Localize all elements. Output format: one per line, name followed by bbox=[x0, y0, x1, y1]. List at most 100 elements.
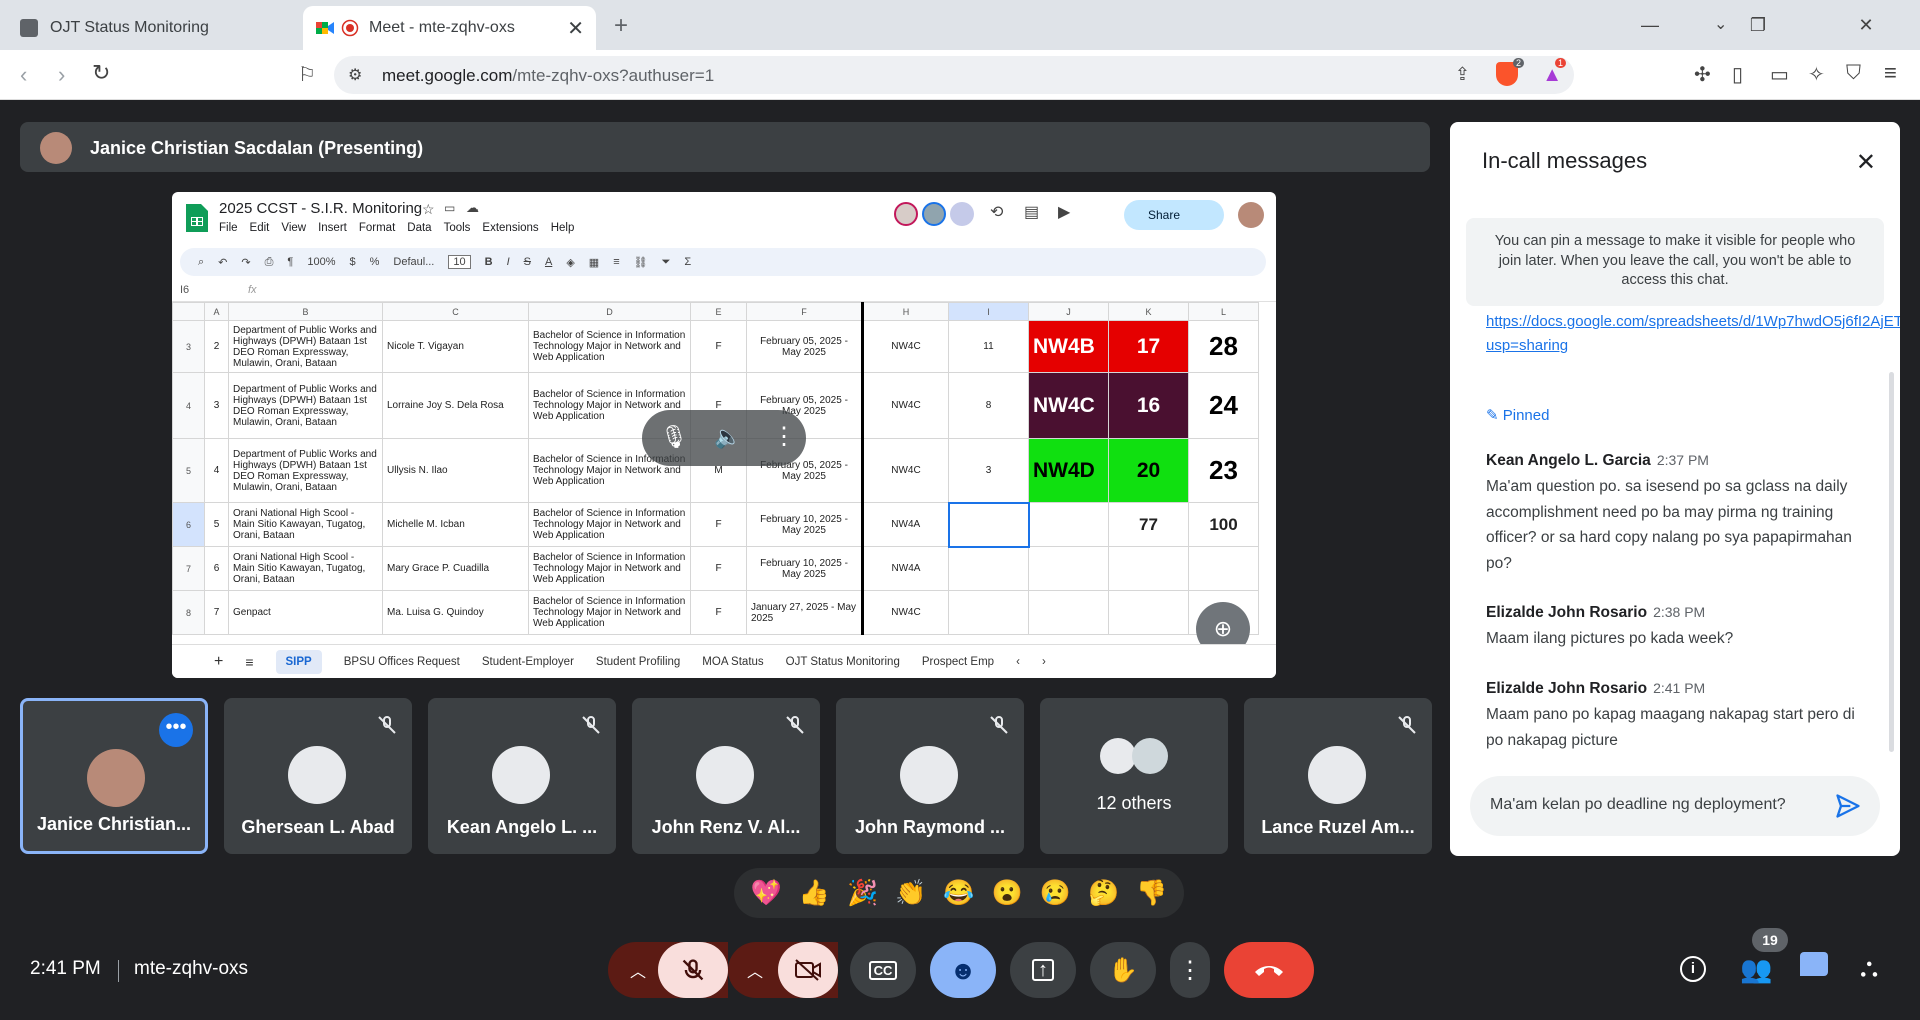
sheet-title[interactable]: 2025 CCST - S.I.R. Monitoring bbox=[219, 200, 422, 217]
sheet-tab-sipp[interactable]: SIPP bbox=[275, 649, 322, 674]
cell[interactable]: Mary Grace P. Cuadilla bbox=[382, 546, 529, 591]
cell[interactable]: 8 bbox=[948, 372, 1029, 439]
cell[interactable]: NW4B bbox=[1028, 320, 1109, 373]
tab-ojt-status[interactable]: OJT Status Monitoring bbox=[12, 6, 302, 50]
others-tile[interactable]: 12 others bbox=[1040, 698, 1228, 854]
cell[interactable] bbox=[1028, 546, 1109, 591]
column-header[interactable]: I bbox=[948, 302, 1029, 321]
currency-icon[interactable]: $ bbox=[349, 256, 355, 268]
cell[interactable]: Ma. Luisa G. Quindoy bbox=[382, 590, 529, 635]
cell[interactable]: NW4C bbox=[861, 590, 949, 635]
chat-icon[interactable] bbox=[1800, 952, 1828, 976]
borders-icon[interactable]: ▦ bbox=[589, 256, 599, 269]
cell[interactable]: 6 bbox=[204, 546, 229, 591]
menu-tools[interactable]: Tools bbox=[444, 222, 471, 234]
menu-extensions[interactable]: Extensions bbox=[482, 222, 538, 234]
link-icon[interactable]: ⛓ bbox=[634, 256, 648, 269]
menu-help[interactable]: Help bbox=[551, 222, 575, 234]
avatar[interactable] bbox=[922, 202, 946, 226]
cell[interactable]: 3 bbox=[948, 438, 1029, 503]
cell[interactable]: 20 bbox=[1108, 438, 1189, 503]
column-header[interactable]: J bbox=[1028, 302, 1109, 321]
profile-avatar[interactable] bbox=[1238, 202, 1264, 228]
sidebar-icon[interactable]: ▯ bbox=[1732, 62, 1743, 87]
cell[interactable]: 5 bbox=[204, 502, 229, 547]
row-number[interactable]: 8 bbox=[172, 590, 205, 635]
percent-icon[interactable]: % bbox=[370, 256, 380, 268]
leave-call-button[interactable] bbox=[1224, 942, 1314, 998]
cell[interactable]: Department of Public Works and Highways … bbox=[228, 372, 383, 439]
cell[interactable]: NW4D bbox=[1028, 438, 1109, 503]
cell[interactable]: 23 bbox=[1188, 438, 1259, 503]
extensions-icon[interactable]: ✣ bbox=[1694, 62, 1711, 87]
align-icon[interactable]: ≡ bbox=[613, 256, 619, 268]
bookmark-icon[interactable]: ⚐ bbox=[298, 62, 316, 87]
cloud-status-icon[interactable]: ☁ bbox=[466, 200, 479, 216]
cell[interactable]: Bachelor of Science in Information Techn… bbox=[528, 546, 691, 591]
forward-icon[interactable]: › bbox=[58, 62, 65, 88]
camera-toggle-button[interactable] bbox=[778, 942, 838, 998]
row-number[interactable]: 5 bbox=[172, 438, 205, 503]
avatar[interactable] bbox=[950, 202, 974, 226]
cell[interactable]: Bachelor of Science in Information Techn… bbox=[528, 502, 691, 547]
present-button[interactable]: ↑ bbox=[1010, 942, 1076, 998]
tab-meet[interactable]: Meet - mte-zqhv-oxs ✕ bbox=[303, 6, 596, 50]
cell[interactable]: 77 bbox=[1108, 502, 1189, 547]
participant-tile[interactable]: Ghersean L. Abad bbox=[224, 698, 412, 854]
cell[interactable]: 16 bbox=[1108, 372, 1189, 439]
sheet-tab[interactable]: OJT Status Monitoring bbox=[786, 656, 900, 668]
reactions-button[interactable]: ☻ bbox=[930, 942, 996, 998]
cell[interactable]: F bbox=[690, 590, 747, 635]
star-icon[interactable]: ☆ bbox=[422, 201, 435, 218]
cell[interactable]: 3 bbox=[204, 372, 229, 439]
column-header[interactable]: L bbox=[1188, 302, 1259, 321]
new-tab-button[interactable]: + bbox=[614, 12, 628, 40]
search-icon[interactable]: ⌕ bbox=[198, 256, 204, 269]
column-header[interactable]: D bbox=[528, 302, 691, 321]
italic-icon[interactable]: I bbox=[507, 256, 510, 268]
formula-bar[interactable]: I6 fx bbox=[172, 280, 1276, 302]
info-icon[interactable]: i bbox=[1680, 956, 1706, 982]
cell[interactable]: 24 bbox=[1188, 372, 1259, 439]
functions-icon[interactable]: Σ bbox=[684, 256, 691, 268]
menu-icon[interactable]: ≡ bbox=[1884, 60, 1897, 86]
selected-cell[interactable] bbox=[947, 501, 1030, 548]
pinned-link[interactable]: https://docs.google.com/spreadsheets/d/1… bbox=[1486, 310, 1900, 358]
chat-input[interactable]: Ma'am kelan po deadline ng deployment? bbox=[1470, 776, 1880, 836]
column-header[interactable]: E bbox=[690, 302, 747, 321]
volume-icon[interactable]: 🔈 bbox=[714, 424, 741, 450]
vpn-icon[interactable]: ⛉ bbox=[1846, 62, 1861, 85]
cell[interactable]: Bachelor of Science in Information Techn… bbox=[528, 590, 691, 635]
reaction-thinking[interactable]: 🤔 bbox=[1088, 879, 1119, 908]
scroll-left-icon[interactable]: ‹ bbox=[1016, 656, 1020, 668]
cell[interactable]: 17 bbox=[1108, 320, 1189, 373]
cell[interactable]: Department of Public Works and Highways … bbox=[228, 320, 383, 373]
cell[interactable]: NW4A bbox=[861, 502, 949, 547]
cell[interactable]: February 10, 2025 - May 2025 bbox=[746, 546, 863, 591]
cell[interactable]: NW4C bbox=[861, 372, 949, 439]
cell[interactable]: Bachelor of Science in Information Techn… bbox=[528, 320, 691, 373]
close-tab-icon[interactable]: ✕ bbox=[567, 16, 584, 41]
column-header[interactable]: H bbox=[861, 302, 949, 321]
zoom-select[interactable]: 100% bbox=[307, 256, 335, 268]
sheet-tab[interactable]: Student-Employer bbox=[482, 656, 574, 668]
more-options-button[interactable]: ••• bbox=[159, 713, 193, 747]
wallet-icon[interactable]: ▭ bbox=[1770, 62, 1789, 87]
send-icon[interactable] bbox=[1834, 792, 1862, 820]
people-icon[interactable]: 👥 bbox=[1740, 954, 1772, 985]
cell[interactable]: 4 bbox=[204, 438, 229, 503]
cell[interactable]: F bbox=[690, 502, 747, 547]
comments-icon[interactable]: ▤ bbox=[1024, 202, 1039, 222]
cell-reference[interactable]: I6 bbox=[180, 284, 189, 296]
sheet-tab[interactable]: Prospect Emp bbox=[922, 656, 994, 668]
mic-toggle-button[interactable] bbox=[658, 942, 728, 998]
share-button[interactable]: Share bbox=[1124, 200, 1224, 230]
shared-screen[interactable]: 2025 CCST - S.I.R. Monitoring ☆ ▭ ☁ File… bbox=[172, 192, 1276, 678]
strikethrough-icon[interactable]: S bbox=[524, 256, 531, 268]
reaction-surprised[interactable]: 😮 bbox=[992, 879, 1023, 908]
filter-icon[interactable]: ⏷ bbox=[662, 256, 671, 269]
sheet-grid[interactable]: A B C D E F H I J K L 3 2 Department of … bbox=[172, 302, 1276, 644]
paint-format-icon[interactable]: ¶ bbox=[287, 256, 293, 268]
column-header[interactable]: A bbox=[204, 302, 229, 321]
cell[interactable]: Michelle M. Icban bbox=[382, 502, 529, 547]
